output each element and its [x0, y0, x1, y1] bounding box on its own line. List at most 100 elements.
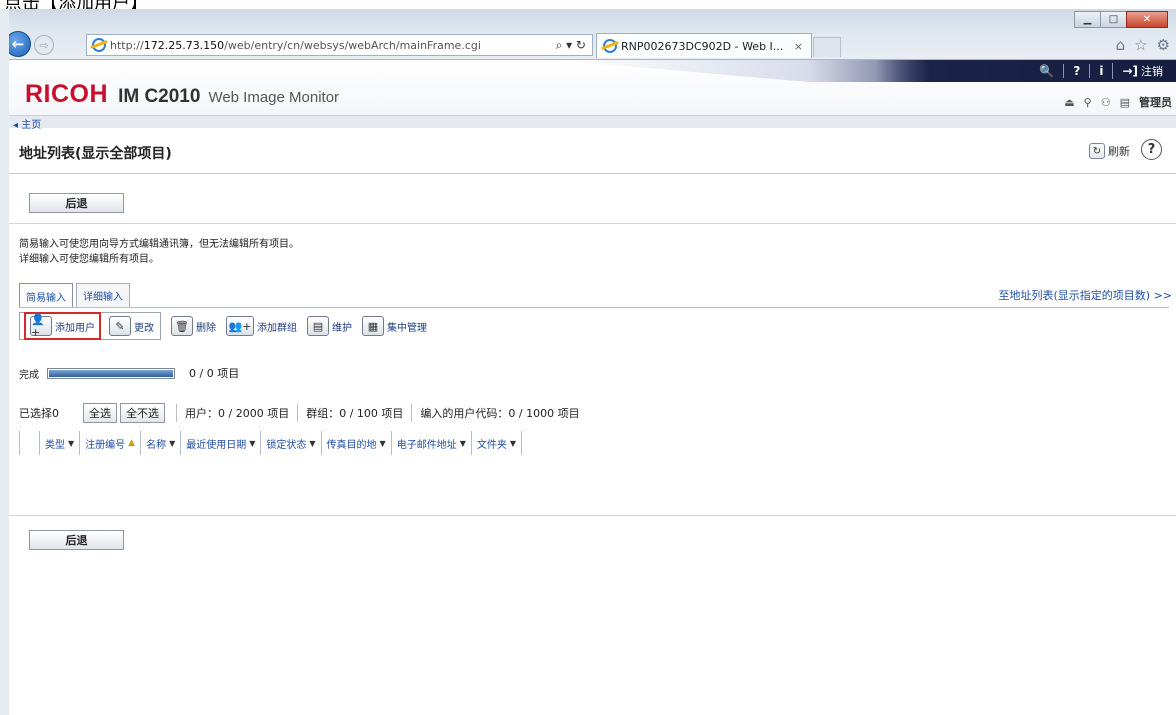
sort-up-icon: ▲	[128, 438, 136, 448]
selected-count: 已选择0	[19, 407, 59, 420]
sort-down-icon: ▼	[169, 438, 176, 448]
minimize-button[interactable]: ▁	[1074, 11, 1101, 28]
change-label: 更改	[134, 322, 154, 334]
question-icon: ?	[1073, 64, 1081, 78]
column-registration-no[interactable]: 注册编号 ▲	[80, 431, 142, 455]
ricoh-brand: RICOH	[25, 80, 109, 108]
back-button-bottom[interactable]: 后退	[29, 530, 124, 550]
tab-simple-input[interactable]: 简易输入	[19, 283, 73, 308]
forward-arrow-icon[interactable]: ⇨	[34, 35, 54, 55]
tab-close-icon[interactable]: ×	[794, 40, 803, 53]
column-type[interactable]: 类型 ▼	[40, 431, 81, 455]
change-button[interactable]: ✎ 更改	[109, 316, 154, 336]
page-title: 地址列表(显示全部项目)	[19, 146, 172, 162]
window-caption-buttons: ▁ □ ✕	[1074, 11, 1168, 28]
info-icon: i	[1099, 64, 1104, 78]
deselect-all-button[interactable]: 全不选	[120, 403, 165, 423]
maintenance-label: 维护	[332, 322, 352, 334]
page-content: 🔍 ? i →] 注销 RICOH IM C2010 Web Image Moni…	[9, 60, 1176, 715]
progress-bar	[47, 367, 175, 379]
progress-count: 0 / 0 项目	[189, 367, 240, 380]
toolbar: 👤+ 添加用户 ✎ 更改 🗑 删除 👥+ 添加群组 ▤ 维护 ▦ 集中管理	[19, 308, 437, 344]
maximize-button[interactable]: □	[1100, 11, 1127, 28]
column-folder[interactable]: 文件夹 ▼	[472, 431, 523, 455]
sort-down-icon: ▼	[379, 438, 386, 448]
tab-title: RNP002673DC902D - Web I...	[621, 39, 784, 53]
refresh-icon: ↻	[1089, 143, 1105, 159]
favorites-star-icon[interactable]: ☆	[1134, 36, 1147, 54]
maintenance-button[interactable]: ▤ 维护	[307, 316, 352, 336]
browser-window: ▁ □ ✕ ← ⇨ http://172.25.73.150/web/entry…	[0, 9, 1176, 715]
network-status-icon[interactable]: ⚲	[1084, 96, 1092, 109]
refresh-label: 刷新	[1108, 145, 1130, 158]
current-user: 管理员	[1139, 96, 1172, 109]
add-user-label: 添加用户	[55, 322, 95, 334]
tab-favicon-icon	[603, 39, 617, 53]
search-icon: 🔍	[1039, 64, 1055, 78]
maintenance-icon: ▤	[307, 316, 329, 336]
column-lock-status[interactable]: 锁定状态 ▼	[261, 431, 322, 455]
column-fax-destination[interactable]: 传真目的地 ▼	[322, 431, 392, 455]
refresh-button[interactable]: ↻ 刷新	[1089, 143, 1130, 159]
divider	[9, 223, 1176, 224]
sort-down-icon: ▼	[68, 438, 75, 448]
info-link[interactable]: i	[1089, 64, 1112, 78]
tools-gear-icon[interactable]: ⚙	[1157, 36, 1170, 54]
logout-label: 注销	[1141, 65, 1163, 78]
product-name: Web Image Monitor	[208, 89, 340, 106]
close-window-button[interactable]: ✕	[1126, 11, 1168, 28]
help-link[interactable]: ?	[1063, 64, 1089, 78]
separator	[297, 404, 299, 422]
column-name[interactable]: 名称 ▼	[141, 431, 182, 455]
add-user-highlight: 👤+ 添加用户	[24, 312, 101, 340]
central-management-icon: ▦	[362, 316, 384, 336]
checkbox-column-header	[19, 431, 39, 455]
add-user-button[interactable]: 👤+ 添加用户	[30, 313, 95, 339]
header-links: 🔍 ? i →] 注销	[1030, 63, 1172, 79]
logout-icon: →]	[1122, 64, 1138, 78]
ricoh-header: 🔍 ? i →] 注销 RICOH IM C2010 Web Image Moni…	[9, 60, 1176, 115]
logout-link[interactable]: →] 注销	[1112, 63, 1172, 79]
tab-detailed-input[interactable]: 详细输入	[76, 283, 130, 307]
delete-label: 删除	[196, 322, 216, 334]
browser-tab-active[interactable]: RNP002673DC902D - Web I... ×	[596, 33, 812, 58]
central-management-button[interactable]: ▦ 集中管理	[362, 316, 427, 336]
ie-page-icon	[92, 38, 106, 52]
sort-down-icon: ▼	[249, 438, 256, 448]
show-specified-items-link[interactable]: 至地址列表(显示指定的项目数) >>	[998, 287, 1172, 303]
header-status: ⏏ ⚲ ⚇ ▤ 管理员	[1064, 94, 1172, 110]
progress-fill	[49, 369, 173, 377]
back-button-top[interactable]: 后退	[29, 193, 124, 213]
selection-row: 已选择0 全选 全不选 用户：0 / 2000 项目 群组：0 / 100 项目…	[19, 403, 580, 423]
printer-status-icon[interactable]: ⏏	[1064, 96, 1074, 109]
description-line-2: 详细输入可使您编辑所有项目。	[19, 254, 159, 265]
list-status-icon[interactable]: ▤	[1120, 96, 1130, 109]
divider	[9, 515, 1176, 516]
back-arrow-icon[interactable]: ←	[9, 31, 31, 57]
user-codes-count: 编入的用户代码：0 / 1000 项目	[420, 407, 580, 420]
browser-toolbar-icons: ⌂ ☆ ⚙	[1116, 36, 1170, 54]
pencil-icon: ✎	[109, 316, 131, 336]
product-logo: RICOH IM C2010 Web Image Monitor	[25, 80, 339, 109]
delete-button[interactable]: 🗑 删除	[171, 316, 216, 336]
address-url[interactable]: http://172.25.73.150/web/entry/cn/websys…	[110, 39, 481, 52]
description-line-1: 简易输入可使您用向导方式编辑通讯簿，但无法编辑所有项目。	[19, 239, 299, 250]
sort-down-icon: ▼	[309, 438, 316, 448]
separator	[411, 404, 413, 422]
user-status-icon[interactable]: ⚇	[1101, 96, 1111, 109]
breadcrumb: ◂ 主页	[9, 115, 1176, 131]
table-header: 类型 ▼ 注册编号 ▲ 名称 ▼ 最近使用日期 ▼ 锁定状态 ▼ 传真目的地 ▼ 电子邮件地…	[39, 431, 523, 455]
add-group-label: 添加群组	[257, 322, 297, 334]
select-all-button[interactable]: 全选	[83, 403, 117, 423]
search-link[interactable]: 🔍	[1030, 64, 1063, 78]
search-refresh-icons[interactable]: ⌕ ▾ ↻	[556, 38, 592, 53]
address-bar[interactable]: http://172.25.73.150/web/entry/cn/websys…	[86, 34, 593, 56]
new-tab-button[interactable]	[813, 37, 841, 57]
home-icon[interactable]: ⌂	[1116, 36, 1126, 54]
add-group-button[interactable]: 👥+ 添加群组	[226, 316, 297, 336]
progress-row: 完成 0 / 0 项目	[19, 365, 239, 381]
column-email-address[interactable]: 电子邮件地址 ▼	[392, 431, 472, 455]
model-name: IM C2010	[118, 86, 201, 107]
help-icon[interactable]: ?	[1141, 139, 1162, 160]
column-last-used-date[interactable]: 最近使用日期 ▼	[181, 431, 262, 455]
